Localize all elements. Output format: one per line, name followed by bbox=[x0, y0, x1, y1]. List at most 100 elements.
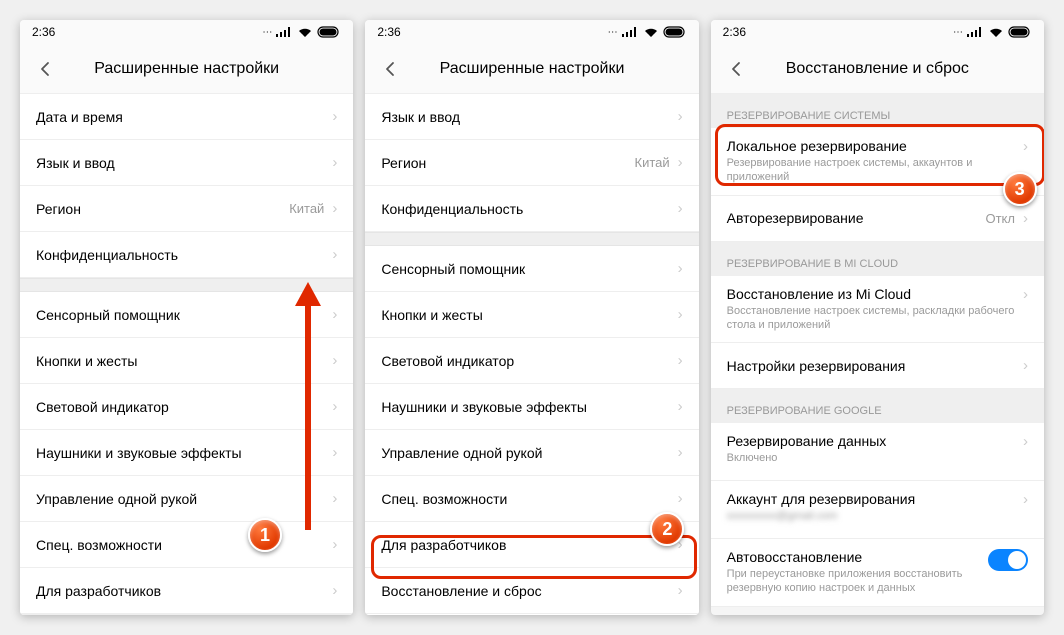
row-buttons[interactable]: Кнопки и жесты › bbox=[365, 292, 698, 338]
row-privacy[interactable]: Конфиденциальность › bbox=[365, 186, 698, 232]
step-badge-1: 1 bbox=[248, 518, 282, 552]
page-header: Расширенные настройки bbox=[20, 44, 353, 94]
chevron-right-icon: › bbox=[678, 398, 683, 415]
section-divider bbox=[20, 278, 353, 292]
signal-icon bbox=[621, 26, 639, 38]
chevron-right-icon: › bbox=[678, 444, 683, 461]
page-title: Восстановление и сброс bbox=[751, 60, 1004, 78]
section-system-backup: РЕЗЕРВИРОВАНИЕ СИСТЕМЫ bbox=[711, 94, 1044, 128]
chevron-right-icon: › bbox=[678, 108, 683, 125]
status-icons: ⋯ bbox=[262, 26, 341, 38]
phone-screen-3: 2:36 ⋯ Восстановление и сброс РЕЗЕРВИРОВ… bbox=[711, 20, 1044, 615]
row-accessibility[interactable]: Спец. возможности › bbox=[20, 522, 353, 568]
wifi-icon bbox=[643, 26, 659, 38]
chevron-right-icon: › bbox=[678, 154, 683, 171]
phone-screen-1: 2:36 ⋯ Расширенные настройки Дата и врем… bbox=[20, 20, 353, 615]
row-touch-assist[interactable]: Сенсорный помощник › bbox=[365, 246, 698, 292]
section-micloud: РЕЗЕРВИРОВАНИЕ В MI CLOUD bbox=[711, 242, 1044, 276]
section-divider bbox=[365, 232, 698, 246]
row-backup-settings[interactable]: Настройки резервирования › bbox=[711, 343, 1044, 389]
back-button[interactable] bbox=[32, 55, 60, 83]
chevron-right-icon: › bbox=[332, 246, 337, 263]
chevron-right-icon: › bbox=[332, 536, 337, 553]
row-date-time[interactable]: Дата и время › bbox=[20, 94, 353, 140]
chevron-right-icon: › bbox=[332, 200, 337, 217]
row-headphones[interactable]: Наушники и звуковые эффекты › bbox=[365, 384, 698, 430]
row-touch-assist[interactable]: Сенсорный помощник › bbox=[20, 292, 353, 338]
row-language[interactable]: Язык и ввод › bbox=[365, 94, 698, 140]
dots-icon: ⋯ bbox=[262, 27, 271, 38]
chevron-right-icon: › bbox=[678, 200, 683, 217]
row-auto-restore[interactable]: Автовосстановление При переустановке при… bbox=[711, 539, 1044, 607]
back-button[interactable] bbox=[723, 55, 751, 83]
battery-icon bbox=[1008, 26, 1032, 38]
chevron-right-icon: › bbox=[332, 444, 337, 461]
status-icons: ⋯ bbox=[608, 26, 687, 38]
step-badge-3: 3 bbox=[1003, 172, 1037, 206]
section-google: РЕЗЕРВИРОВАНИЕ GOOGLE bbox=[711, 389, 1044, 423]
chevron-right-icon: › bbox=[332, 352, 337, 369]
row-developer[interactable]: Для разработчиков › bbox=[365, 522, 698, 568]
row-onehand[interactable]: Управление одной рукой › bbox=[365, 430, 698, 476]
row-micloud-restore[interactable]: Восстановление из Mi Cloud Восстановлени… bbox=[711, 276, 1044, 344]
row-data-backup[interactable]: Резервирование данных Включено › bbox=[711, 423, 1044, 481]
chevron-right-icon: › bbox=[332, 582, 337, 599]
chevron-right-icon: › bbox=[1023, 286, 1028, 303]
wifi-icon bbox=[297, 26, 313, 38]
status-time: 2:36 bbox=[377, 25, 400, 39]
status-time: 2:36 bbox=[32, 25, 55, 39]
chevron-right-icon: › bbox=[332, 306, 337, 323]
chevron-right-icon: › bbox=[332, 490, 337, 507]
row-backup-account[interactable]: Аккаунт для резервирования xxxxxxxxx@gma… bbox=[711, 481, 1044, 539]
chevron-right-icon: › bbox=[678, 352, 683, 369]
chevron-right-icon: › bbox=[332, 108, 337, 125]
row-accessibility[interactable]: Спец. возможности › bbox=[365, 476, 698, 522]
row-onehand[interactable]: Управление одной рукой › bbox=[20, 476, 353, 522]
dots-icon: ⋯ bbox=[608, 27, 617, 38]
row-region[interactable]: Регион Китай › bbox=[365, 140, 698, 186]
row-local-backup[interactable]: Локальное резервирование Резервирование … bbox=[711, 128, 1044, 196]
chevron-right-icon: › bbox=[1023, 357, 1028, 374]
chevron-right-icon: › bbox=[332, 398, 337, 415]
row-led[interactable]: Световой индикатор › bbox=[365, 338, 698, 384]
row-privacy[interactable]: Конфиденциальность › bbox=[20, 232, 353, 278]
chevron-right-icon: › bbox=[678, 306, 683, 323]
chevron-right-icon: › bbox=[678, 260, 683, 277]
status-bar: 2:36 ⋯ bbox=[365, 20, 698, 44]
chevron-left-icon bbox=[729, 61, 745, 77]
row-developer[interactable]: Для разработчиков › bbox=[20, 568, 353, 614]
chevron-left-icon bbox=[383, 61, 399, 77]
row-restore-reset[interactable]: Восстановление и сброс › bbox=[365, 568, 698, 614]
page-header: Восстановление и сброс bbox=[711, 44, 1044, 94]
signal-icon bbox=[966, 26, 984, 38]
chevron-left-icon bbox=[38, 61, 54, 77]
settings-list: Язык и ввод › Регион Китай › Конфиденциа… bbox=[365, 94, 698, 615]
row-buttons[interactable]: Кнопки и жесты › bbox=[20, 338, 353, 384]
signal-icon bbox=[275, 26, 293, 38]
chevron-right-icon: › bbox=[678, 582, 683, 599]
phone-screen-2: 2:36 ⋯ Расширенные настройки Язык и ввод… bbox=[365, 20, 698, 615]
chevron-right-icon: › bbox=[1023, 210, 1028, 227]
status-time: 2:36 bbox=[723, 25, 746, 39]
dots-icon: ⋯ bbox=[953, 27, 962, 38]
row-auto-backup[interactable]: Авторезервирование Откл › bbox=[711, 196, 1044, 242]
chevron-right-icon: › bbox=[678, 490, 683, 507]
row-led[interactable]: Световой индикатор › bbox=[20, 384, 353, 430]
chevron-right-icon: › bbox=[1023, 433, 1028, 450]
settings-list: Дата и время › Язык и ввод › Регион Кита… bbox=[20, 94, 353, 615]
row-mimover[interactable]: Mi Mover › bbox=[365, 614, 698, 615]
page-title: Расширенные настройки bbox=[405, 60, 658, 78]
row-headphones[interactable]: Наушники и звуковые эффекты › bbox=[20, 430, 353, 476]
clipped-row bbox=[20, 614, 353, 615]
back-button[interactable] bbox=[377, 55, 405, 83]
settings-list: РЕЗЕРВИРОВАНИЕ СИСТЕМЫ Локальное резерви… bbox=[711, 94, 1044, 615]
page-title: Расширенные настройки bbox=[60, 60, 313, 78]
status-icons: ⋯ bbox=[953, 26, 1032, 38]
chevron-right-icon: › bbox=[1023, 138, 1028, 155]
status-bar: 2:36 ⋯ bbox=[711, 20, 1044, 44]
auto-restore-toggle[interactable] bbox=[988, 549, 1028, 571]
row-region[interactable]: Регион Китай › bbox=[20, 186, 353, 232]
battery-icon bbox=[317, 26, 341, 38]
page-header: Расширенные настройки bbox=[365, 44, 698, 94]
row-language[interactable]: Язык и ввод › bbox=[20, 140, 353, 186]
